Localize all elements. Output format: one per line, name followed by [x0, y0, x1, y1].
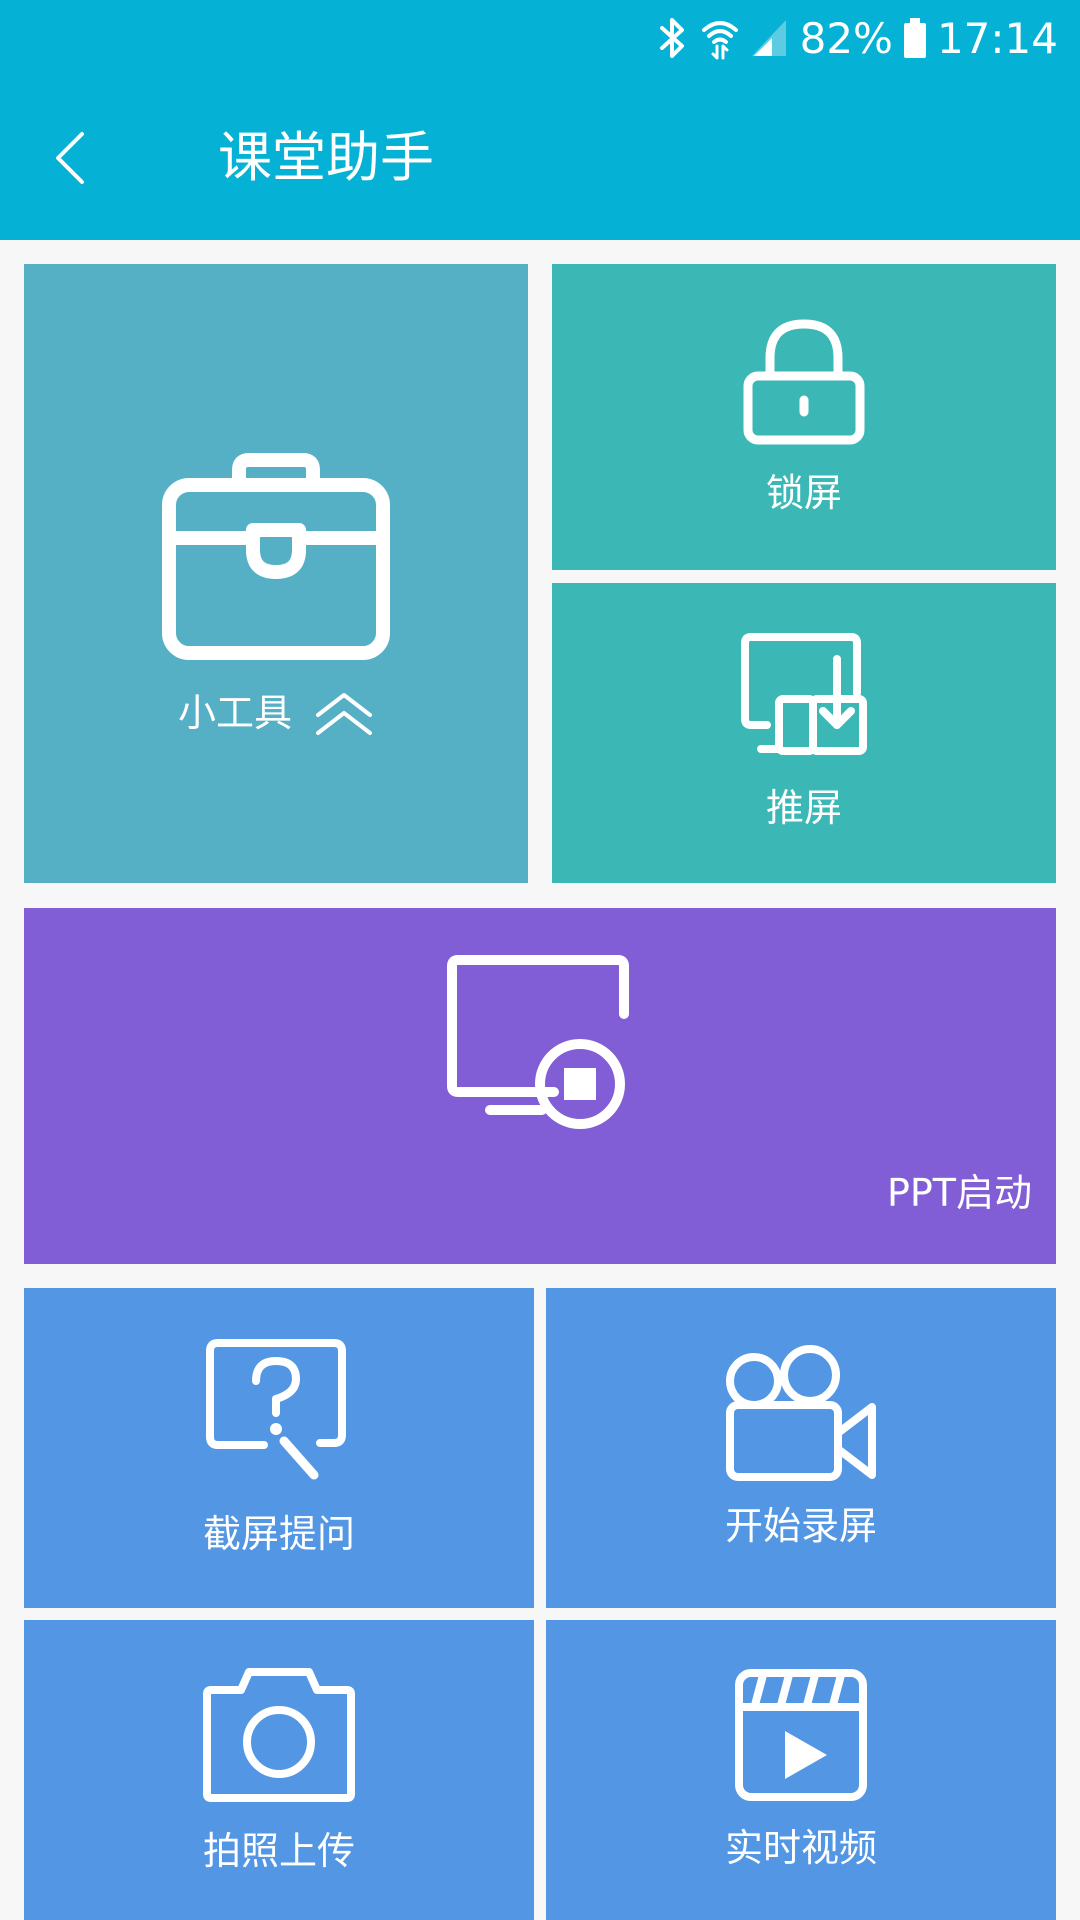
tools-label-row: 小工具	[178, 688, 374, 738]
video-camera-icon	[726, 1345, 876, 1481]
toolbox-icon	[162, 452, 390, 660]
wifi-icon	[701, 21, 738, 60]
double-chevron-up-icon	[316, 692, 372, 735]
page-title: 课堂助手	[218, 126, 434, 189]
clock: 17:14	[936, 13, 1058, 63]
push-screen-icon	[741, 633, 867, 755]
battery-percent: 82%	[799, 13, 893, 63]
photo-upload-tile[interactable]: 拍照上传	[24, 1620, 534, 1920]
live-video-label: 实时视频	[724, 1826, 877, 1870]
signal-icon	[751, 20, 786, 56]
tools-tile[interactable]: 小工具	[24, 264, 528, 883]
status-icons: 82% 17:14	[656, 8, 1058, 68]
lock-screen-label: 锁屏	[765, 471, 842, 515]
ppt-launch-tile[interactable]: PPT启动	[24, 908, 1056, 1264]
question-search-icon	[206, 1339, 346, 1480]
push-screen-tile[interactable]: 推屏	[552, 583, 1056, 883]
screenshot-question-tile[interactable]: 截屏提问	[24, 1288, 534, 1608]
live-video-tile[interactable]: 实时视频	[546, 1620, 1056, 1920]
ppt-screen-icon	[447, 955, 629, 1129]
back-button[interactable]	[40, 120, 100, 195]
screen: 82% 17:14 课堂助手 小工具 锁屏 推屏 PPT启动 截屏提问 开始录屏…	[0, 0, 1080, 1920]
tools-label: 小工具	[177, 690, 292, 735]
clapperboard-icon	[735, 1669, 867, 1801]
lock-screen-tile[interactable]: 锁屏	[552, 264, 1056, 570]
bluetooth-icon	[659, 18, 684, 58]
start-recording-label: 开始录屏	[724, 1504, 877, 1548]
chevron-left-icon	[56, 131, 84, 184]
photo-upload-label: 拍照上传	[202, 1829, 355, 1873]
ppt-launch-label: PPT启动	[886, 1171, 1032, 1215]
push-screen-label: 推屏	[765, 786, 842, 830]
camera-icon	[203, 1668, 355, 1802]
screenshot-question-label: 截屏提问	[202, 1512, 355, 1556]
status-bar: 82% 17:14	[0, 0, 1080, 75]
battery-icon	[903, 18, 926, 58]
app-bar: 82% 17:14 课堂助手	[0, 0, 1080, 240]
lock-icon	[743, 319, 865, 445]
start-recording-tile[interactable]: 开始录屏	[546, 1288, 1056, 1608]
